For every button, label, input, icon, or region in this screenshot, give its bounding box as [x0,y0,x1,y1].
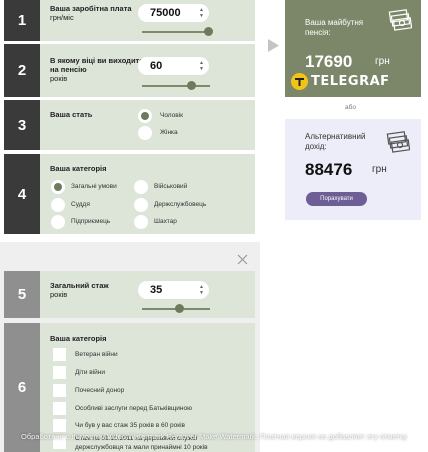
calculate-button[interactable]: Порахувати [306,192,367,206]
retire-age-label: В якому віці ви виходите на пенсію років [50,56,143,83]
category2-item: Діти війни [75,369,106,376]
retire-age-value: 60 [150,60,163,72]
category-radio-general[interactable] [51,180,65,194]
step-number: 1 [4,0,40,41]
alt-income-value: 88476 [305,160,353,179]
retire-age-row: 2 В якому віці ви виходите на пенсію рок… [4,44,255,97]
step-number: 5 [4,271,40,318]
category2-item: держслужбовця та мали принаймні 10 років [75,444,208,451]
experience-label-unit: років [50,290,68,299]
retire-age-label-main2: на пенсію [50,65,87,74]
checkbox-35-years[interactable] [53,419,66,432]
category2-label: Ваша категорія [50,334,107,343]
category-radio-miner[interactable] [134,215,148,229]
pension-title-line2: пенсія: [305,28,331,37]
experience-value: 35 [150,284,163,296]
retire-age-input[interactable]: 60 ▲ ▼ [138,57,209,75]
gender-radio-male[interactable] [138,109,152,123]
play-triangle-icon [268,39,279,52]
retire-age-label-main: В якому віці ви виходите [50,56,144,65]
category-row: 4 Ваша категорія Загальні умови Військов… [4,154,255,234]
category-option-miner: Шахтар [154,218,177,225]
retire-age-slider-track[interactable] [142,85,210,87]
checkbox-war-veteran[interactable] [53,348,66,361]
category-radio-judge[interactable] [51,198,65,212]
experience-slider-handle[interactable] [175,304,184,313]
salary-row: 1 Ваша заробітна плата грн/міс 75000 ▲ ▼ [4,0,255,41]
experience-label-main: Загальний стаж [50,281,109,290]
salary-label-main: Ваша заробітна плата [50,4,132,13]
salary-label-unit: грн/міс [50,13,74,22]
category-radio-entrepreneur[interactable] [51,215,65,229]
money-stack-icon [386,131,410,153]
category-radio-civil-servant[interactable] [134,198,148,212]
salary-input[interactable]: 75000 ▲ ▼ [138,4,209,22]
gender-option-female: Жінка [160,129,178,136]
category-radio-military[interactable] [134,180,148,194]
category2-item: Чи був у вас стаж 35 років в 60 років [75,422,185,429]
alt-income-title-line2: дохід: [305,142,327,151]
step-number: 4 [4,154,40,234]
category-label: Ваша категорія [50,164,107,173]
gender-option-male: Чоловік [160,112,184,119]
pension-title: Ваша майбутня пенсія: [305,18,363,38]
category2-item: Почесний донор [75,387,125,394]
stepper-arrows-icon[interactable]: ▲ ▼ [199,60,204,72]
salary-slider-handle[interactable] [204,27,213,36]
pension-unit: грн [375,56,390,67]
category2-item: Ветеран війни [75,351,118,358]
gender-row: 3 Ваша стать Чоловік Жінка [4,100,255,150]
or-separator: або [345,104,356,111]
step-number: 2 [4,44,40,97]
experience-row: 5 Загальний стаж років 35 ▲ ▼ [4,271,255,318]
checkbox-special-merits[interactable] [53,402,66,415]
salary-value: 75000 [150,7,181,19]
category-option-general: Загальні умови [71,183,117,190]
category-option-military: Військовий [154,183,188,190]
telegraf-brand: TELEGRAF [311,74,390,89]
pension-title-line1: Ваша майбутня [305,18,364,27]
stepper-arrows-icon[interactable]: ▲ ▼ [199,7,204,19]
step-number: 3 [4,100,40,150]
alt-income-title-line1: Альтернативний [305,132,366,141]
gender-label: Ваша стать [50,110,93,119]
category2-item: Особливі заслуги перед Батьківщиною [75,405,192,412]
pension-result-card: Ваша майбутня пенсія: 17690 грн TELEGRAF [285,0,421,97]
checkbox-war-children[interactable] [53,366,66,379]
extra-params-panel: 5 Загальний стаж років 35 ▲ ▼ 6 Ваша кате… [0,242,260,452]
close-icon[interactable] [237,254,248,265]
alt-income-title: Альтернативний дохід: [305,132,365,152]
category-option-civil-servant: Держслужбовець [154,201,207,208]
retire-age-slider-handle[interactable] [187,81,196,90]
salary-slider-track[interactable] [142,31,210,33]
category-option-judge: Суддя [71,201,90,208]
category-option-entrepreneur: Підприємець [71,218,111,225]
gender-radio-female[interactable] [138,126,152,140]
telegraf-logo-icon [291,73,308,90]
pension-value: 17690 [305,52,353,71]
experience-label: Загальний стаж років [50,281,109,299]
alt-income-card: Альтернативний дохід: 88476 грн Порахува… [285,119,421,220]
watermark-text: Обработано с помощью Video Watermark Rem… [21,432,407,441]
experience-input[interactable]: 35 ▲ ▼ [138,281,209,299]
retire-age-label-unit: років [50,74,68,83]
salary-label: Ваша заробітна плата грн/міс [50,4,132,22]
checkbox-honorary-donor[interactable] [53,384,66,397]
money-stack-icon [388,9,412,31]
alt-income-unit: грн [372,164,387,175]
stepper-arrows-icon[interactable]: ▲ ▼ [199,284,204,296]
